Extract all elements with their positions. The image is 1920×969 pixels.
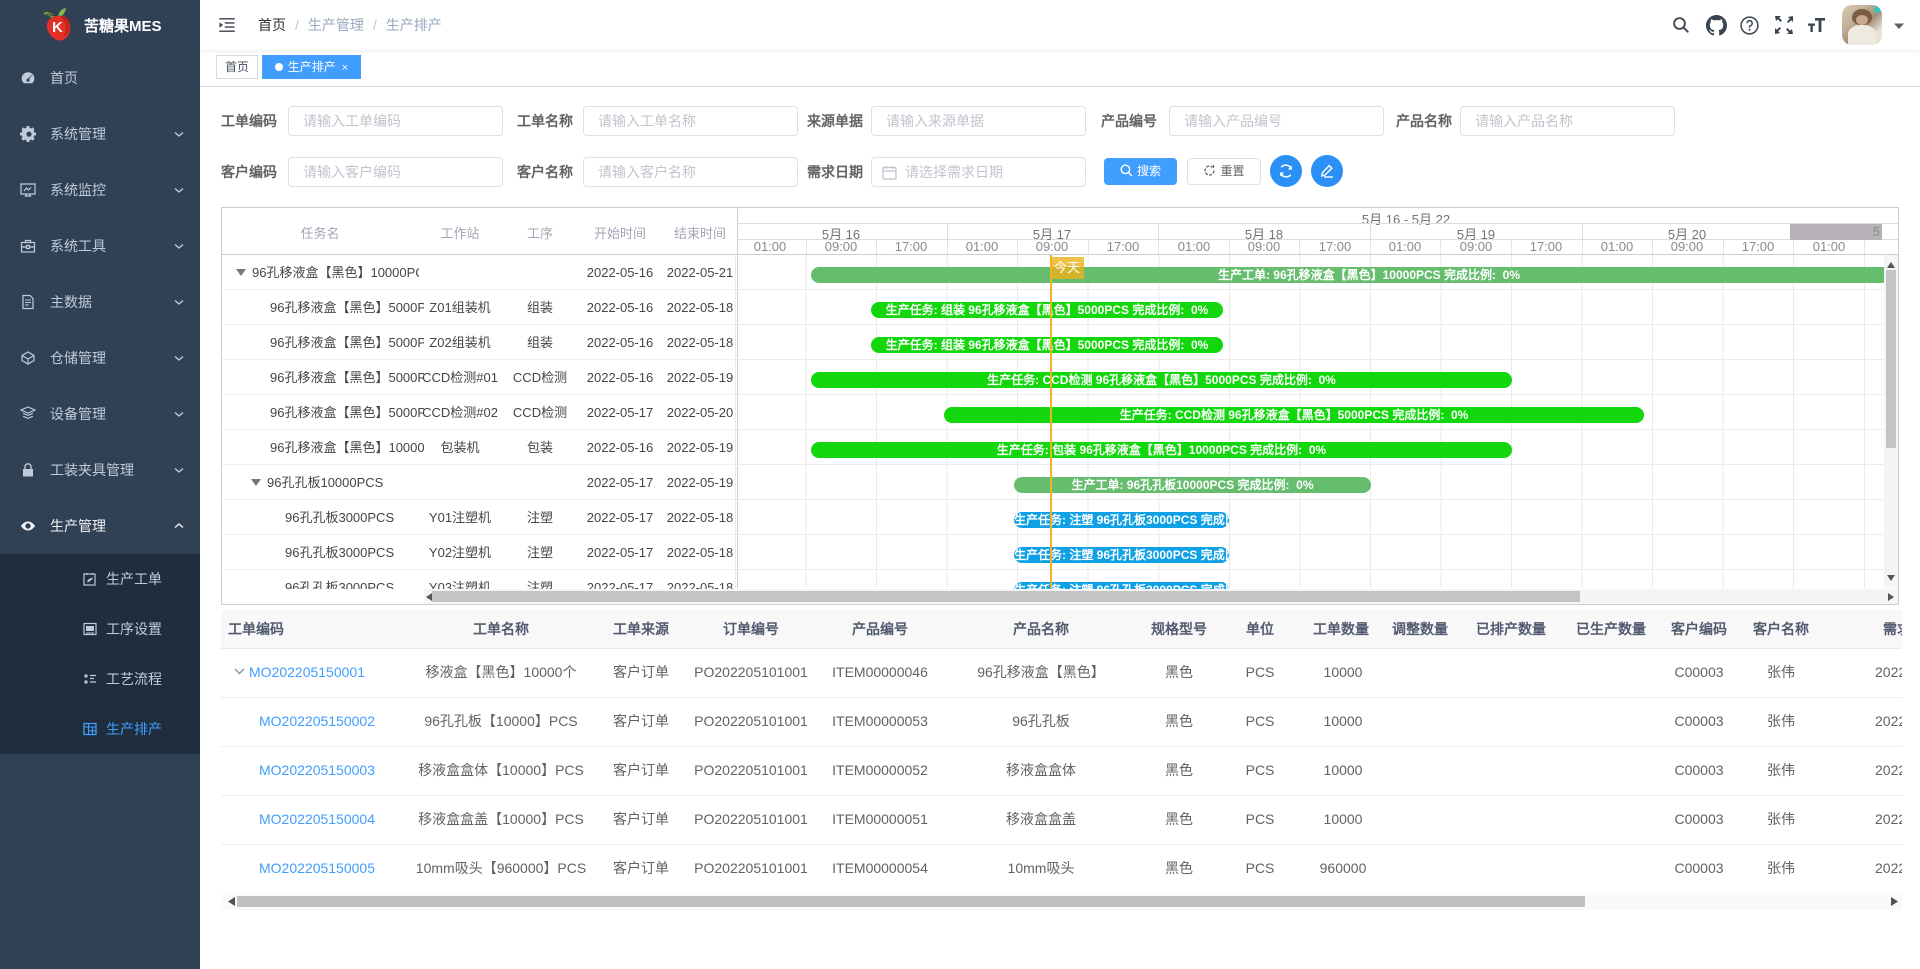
svg-text:K: K: [52, 19, 63, 36]
